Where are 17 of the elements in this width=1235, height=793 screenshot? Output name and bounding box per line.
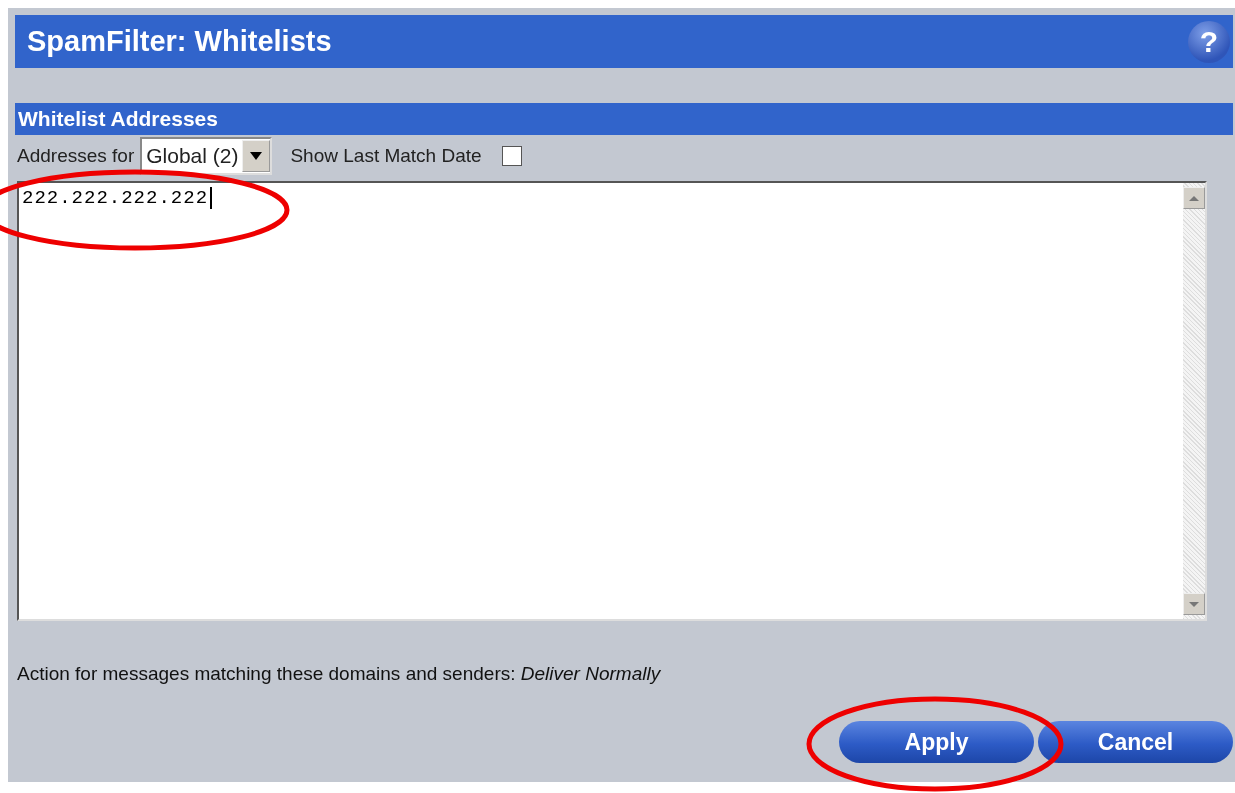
addresses-for-label: Addresses for	[17, 145, 135, 167]
show-date-checkbox[interactable]	[501, 146, 522, 166]
page-title: SpamFilter: Whitelists	[27, 25, 332, 58]
scrollbar[interactable]	[1183, 183, 1205, 619]
address-textarea[interactable]: 222.222.222.222	[17, 181, 1207, 621]
checkbox-label: Show Last Match Date	[290, 145, 482, 167]
apply-button[interactable]: Apply	[839, 721, 1034, 763]
help-button[interactable]: ?	[1188, 20, 1230, 63]
up-arrow-icon	[1189, 195, 1199, 201]
down-arrow-icon	[1189, 601, 1199, 607]
scroll-up-button[interactable]	[1183, 187, 1205, 209]
dropdown-arrow-icon	[250, 152, 263, 160]
scroll-down-button[interactable]	[1183, 593, 1205, 615]
action-text: Action for messages matching these domains and senders: Deliver Normally	[16, 663, 662, 685]
cancel-button[interactable]: Cancel	[1038, 721, 1233, 763]
scope-dropdown[interactable]: Global (2)	[140, 137, 273, 175]
section-header: Whitelist Addresses	[15, 103, 1233, 135]
